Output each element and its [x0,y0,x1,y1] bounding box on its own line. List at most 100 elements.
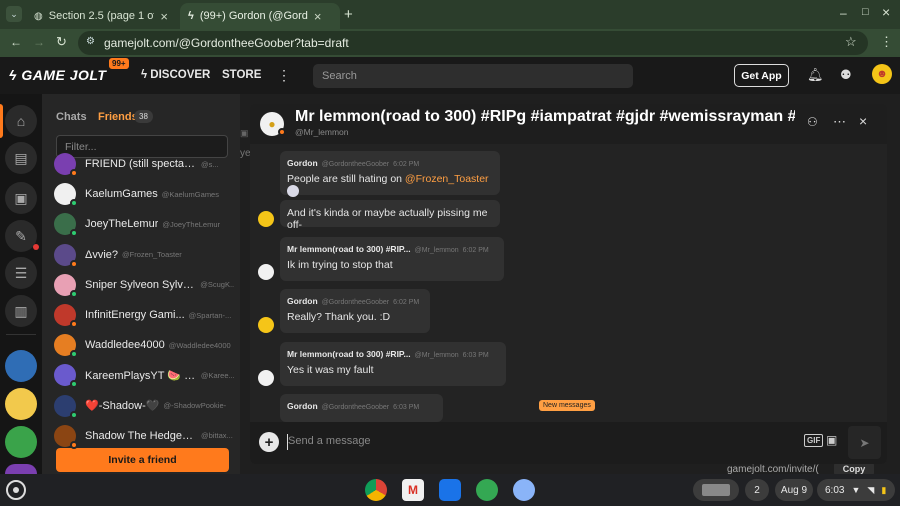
gamejolt-logo[interactable]: ϟ GAME JOLT [9,67,106,83]
maximize-icon[interactable]: □ [862,6,869,18]
search-input[interactable]: Search [313,64,633,88]
nav-discover[interactable]: ϟ DISCOVER [141,69,210,81]
back-icon[interactable]: ← [10,35,22,49]
close-icon[interactable]: × [160,9,168,24]
rail-library-icon[interactable]: ▥ [5,295,37,327]
chrome-app-icon[interactable] [365,479,387,501]
location-icon: ▼ [851,485,861,495]
bell-icon[interactable]: 🔔︎ [807,67,824,83]
friend-name: Shadow The Hedgeh... [85,429,197,442]
status-dot [70,199,78,208]
forward-icon[interactable]: → [33,35,45,49]
notifications-pill[interactable]: 2 [745,479,769,501]
sticker-icon[interactable]: ▣ [826,433,837,447]
tray-screen-capture[interactable] [693,479,739,501]
message-time: 6:03 PM [393,404,420,411]
friend-row[interactable]: Shadow The Hedgeh... @bittax... [54,422,234,450]
add-member-icon[interactable]: ⚇ [807,115,818,129]
message-author: Gordon @GordontheeGoober 6:03 PM [287,401,420,411]
close-window-icon[interactable]: × [882,4,890,20]
status-dot [70,289,78,298]
close-icon[interactable]: × [314,9,322,24]
friend-row[interactable]: FRIEND (still spectacularl... @s... [54,150,234,178]
friend-username: @-ShadowPookie- [163,401,227,411]
user-avatar[interactable]: ☻ [872,64,892,84]
friend-avatar [54,273,78,298]
rail-store-icon[interactable]: ▤ [5,142,37,174]
rail-home-icon[interactable]: ⌂ [5,105,37,137]
browser-menu-icon[interactable]: ⋮ [880,34,893,50]
tab-title: (99+) Gordon (@GordontheeGo [199,10,308,22]
status-dot [70,410,78,419]
rail-backpack-icon[interactable]: ▣ [5,182,37,214]
new-messages-badge[interactable]: New messages [539,400,595,411]
screen-thumb-icon [702,484,730,496]
close-chat-icon[interactable]: × [859,113,867,129]
avatar[interactable] [258,264,274,280]
url-field[interactable]: ⚙ gamejolt.com/@GordontheeGoober?tab=dra… [78,31,868,55]
friend-row[interactable]: Sniper Sylveon Sylves... @ScugK... [54,271,234,299]
friend-row[interactable]: JoeyTheLemur @JoeyTheLemur [54,210,234,238]
friend-row[interactable]: ❤️-Shadow-🖤 @-ShadowPookie- [54,392,234,420]
mention-link[interactable]: @Frozen_Toaster [405,173,489,185]
message-handle: @Mr_lemmon [414,247,459,254]
friend-avatar [54,304,78,328]
date-pill[interactable]: Aug 9 [775,479,813,501]
os-taskbar: M 2 Aug 9 6:03 ▼ ◥ ▮ [0,474,900,506]
friend-name: InfinitEnergy Gami... [85,309,185,321]
rail-chat-icon[interactable]: ☰ [5,257,37,289]
site-info-icon[interactable]: ⚙ [86,36,95,47]
send-icon: ➤ [859,435,870,450]
friends-panel: Chats Friends 38 Filter... Invite a frie… [42,94,240,474]
tab-friends[interactable]: Friends [98,111,138,123]
rail-community-3[interactable] [5,426,37,458]
message-handle: @GordontheeGoober [321,404,390,411]
nav-store[interactable]: STORE [222,69,261,81]
browser-tab-active[interactable]: ϟ (99+) Gordon (@GordontheeGo × [180,3,340,29]
friend-name: KareemPlaysYT 🍉 #... [85,369,197,382]
app-icon[interactable] [476,479,498,501]
rail-community-2[interactable] [5,388,37,420]
avatar[interactable] [258,370,274,386]
get-app-button[interactable]: Get App [734,64,789,87]
active-indicator [0,104,3,138]
browser-tab[interactable]: ◍ Section 2.5 (page 1 of 2) | ace × [26,3,176,29]
friend-row[interactable]: KaelumGames @KaelumGames [54,180,234,208]
friend-username: @Frozen_Toaster [122,250,182,260]
tab-search-icon[interactable]: ⌄ [6,6,22,22]
add-attachment-button[interactable]: + [259,432,279,452]
rail-community-1[interactable] [5,350,37,382]
invite-friend-button[interactable]: Invite a friend [56,448,229,472]
friend-requests-icon[interactable]: ⚉ [840,67,852,83]
status-dot [70,440,78,449]
message-time: 6:02 PM [393,161,420,168]
friend-row[interactable]: KareemPlaysYT 🍉 #... @Karee... [54,361,234,389]
gamejolt-favicon-icon: ϟ [188,10,194,22]
settings-app-icon[interactable] [513,479,535,501]
reload-icon[interactable]: ↻ [56,34,67,50]
friend-row[interactable]: Waddledee4000 @Waddledee4000 [54,331,234,359]
tab-chats[interactable]: Chats [56,111,87,123]
rail-divider [6,334,36,335]
background-text: ye [240,148,251,159]
gif-icon[interactable]: GIF [804,434,824,447]
friend-name: Δvvie? [85,248,119,261]
minimize-icon[interactable]: – [840,6,847,20]
gmail-app-icon[interactable]: M [402,479,424,501]
avatar[interactable] [258,317,274,333]
more-menu-icon[interactable]: ⋮ [277,67,291,84]
chat-options-icon[interactable]: ⋯ [833,114,846,130]
status-dot [70,350,78,359]
rail-community-4[interactable] [5,464,37,474]
avatar[interactable] [258,211,274,227]
message-text: And it's kinda or maybe actually pissing… [287,207,488,231]
status-tray[interactable]: 6:03 ▼ ◥ ▮ [817,479,895,501]
launcher-button[interactable] [6,480,26,500]
message-input[interactable]: Send a message [288,435,371,447]
friend-row[interactable]: InfinitEnergy Gami... @Spartan-... [54,301,234,329]
friend-row[interactable]: Δvvie? @Frozen_Toaster [54,241,234,269]
bookmark-star-icon[interactable]: ☆ [845,34,857,50]
new-tab-icon[interactable]: + [344,6,353,23]
files-app-icon[interactable] [439,479,461,501]
send-button[interactable]: ➤ [848,426,881,459]
